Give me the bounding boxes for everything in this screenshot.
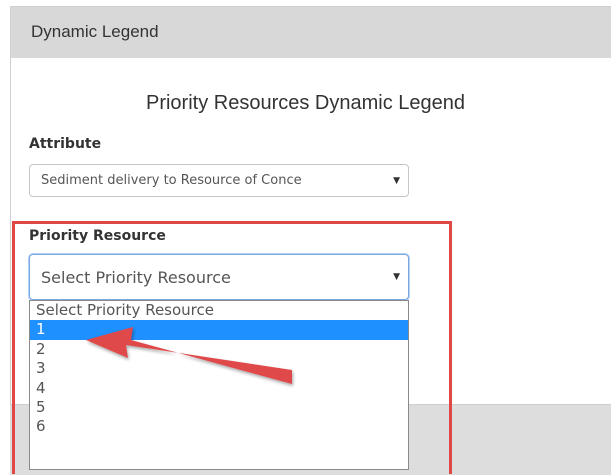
red-arrow-icon <box>86 327 292 384</box>
